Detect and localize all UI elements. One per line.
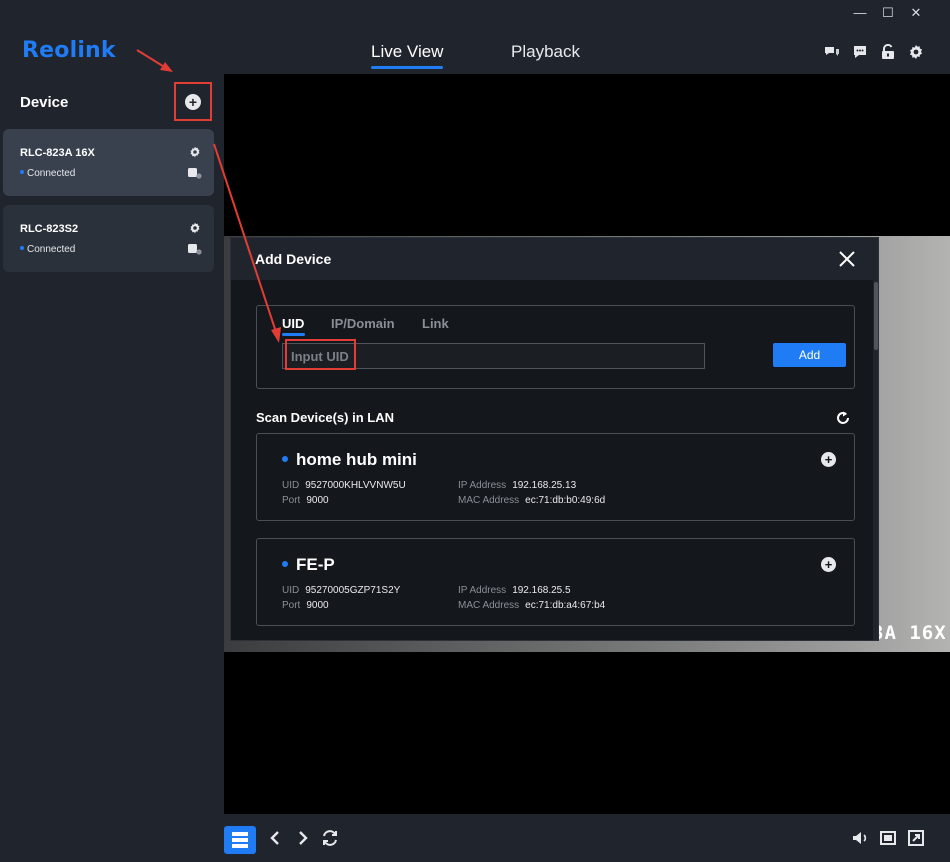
sidebar-title: Device xyxy=(20,94,69,111)
minimize-button[interactable]: — xyxy=(847,4,873,22)
reolink-logo: Reolink xyxy=(22,38,116,63)
active-tab-indicator xyxy=(371,66,443,69)
tab-live-view[interactable]: Live View xyxy=(371,42,443,62)
port-row: Port 9000 xyxy=(282,600,329,611)
mac-row: MAC Address ec:71:db:b0:49:6d xyxy=(458,495,605,506)
title-bar: — ☐ ✕ Reolink Live View Playback xyxy=(0,0,950,74)
device-status-text: Connected xyxy=(27,244,76,255)
found-device-name-text: home hub mini xyxy=(296,450,417,469)
device-name: RLC-823A 16X xyxy=(20,147,95,159)
close-icon[interactable] xyxy=(837,249,857,269)
device-card-rlc-823a-16x[interactable]: RLC-823A 16X Connected xyxy=(3,129,214,196)
close-window-button[interactable]: ✕ xyxy=(903,4,929,22)
found-device-card: home hub mini + UID 9527000KHLVVNW5U Port… xyxy=(256,433,855,521)
port-value: 9000 xyxy=(306,600,329,611)
volume-icon[interactable] xyxy=(850,828,870,848)
tab-ip-domain[interactable]: IP/Domain xyxy=(331,316,395,331)
mac-label: MAC Address xyxy=(458,495,520,506)
add-found-device-button[interactable]: + xyxy=(821,557,836,572)
uid-row: UID 9527000KHLVVNW5U xyxy=(282,480,406,491)
uid-value: 95270005GZP71S2Y xyxy=(305,585,401,596)
tab-link[interactable]: Link xyxy=(422,316,449,331)
annotation-box-uid-input xyxy=(285,339,356,370)
screen-icon[interactable] xyxy=(878,828,898,848)
video-overlay-text: 3A 16X xyxy=(872,622,947,644)
refresh-icon[interactable] xyxy=(835,410,851,426)
layout-toggle-button[interactable] xyxy=(224,826,256,854)
port-label: Port xyxy=(282,495,301,506)
add-device-dialog: Add Device UID IP/Domain Link Add Scan D… xyxy=(230,237,879,641)
device-status: Connected xyxy=(20,244,75,255)
previous-icon[interactable] xyxy=(266,828,286,848)
ip-row: IP Address 192.168.25.13 xyxy=(458,480,576,491)
found-device-card: FE-P + UID 95270005GZP71S2Y Port 9000 IP A… xyxy=(256,538,855,626)
found-device-name: home hub mini xyxy=(282,450,417,470)
device-sidebar: Device + RLC-823A 16X Connected RLC-823S… xyxy=(0,74,224,862)
ip-label: IP Address xyxy=(458,480,507,491)
status-dot xyxy=(282,560,288,567)
tab-uid[interactable]: UID xyxy=(282,316,304,331)
device-status-text: Connected xyxy=(27,168,76,179)
uid-value: 9527000KHLVVNW5U xyxy=(305,480,406,491)
ip-value: 192.168.25.5 xyxy=(512,585,571,596)
chat-icon[interactable] xyxy=(824,44,840,60)
uid-label: UID xyxy=(282,585,300,596)
device-card-rlc-823s2[interactable]: RLC-823S2 Connected xyxy=(3,205,214,272)
add-button[interactable]: Add xyxy=(773,343,846,367)
next-icon[interactable] xyxy=(292,828,312,848)
add-found-device-button[interactable]: + xyxy=(821,452,836,467)
uid-row: UID 95270005GZP71S2Y xyxy=(282,585,400,596)
ip-label: IP Address xyxy=(458,585,507,596)
status-dot xyxy=(20,246,24,251)
mac-value: ec:71:db:b0:49:6d xyxy=(525,495,606,506)
status-dot xyxy=(20,170,24,175)
message-icon[interactable] xyxy=(852,44,868,60)
maximize-button[interactable]: ☐ xyxy=(875,4,901,22)
mac-label: MAC Address xyxy=(458,600,520,611)
port-value: 9000 xyxy=(306,495,329,506)
ip-row: IP Address 192.168.25.5 xyxy=(458,585,571,596)
annotation-box-add-button xyxy=(174,82,212,121)
found-device-name-text: FE-P xyxy=(296,555,335,574)
device-settings-icon[interactable] xyxy=(189,222,201,234)
recording-icon xyxy=(188,167,202,179)
gear-icon[interactable] xyxy=(908,44,924,60)
recording-icon xyxy=(188,243,202,255)
status-dot xyxy=(282,455,288,462)
device-name: RLC-823S2 xyxy=(20,223,79,235)
found-device-name: FE-P xyxy=(282,555,335,575)
port-row: Port 9000 xyxy=(282,495,329,506)
tab-playback[interactable]: Playback xyxy=(511,42,580,62)
mac-value: ec:71:db:a4:67:b4 xyxy=(525,600,606,611)
dialog-title: Add Device xyxy=(255,251,332,267)
unlock-icon[interactable] xyxy=(880,44,896,60)
fullscreen-icon[interactable] xyxy=(906,828,926,848)
mac-row: MAC Address ec:71:db:a4:67:b4 xyxy=(458,600,605,611)
dialog-header: Add Device xyxy=(231,238,878,280)
ip-value: 192.168.25.13 xyxy=(512,480,577,491)
scrollbar-thumb[interactable] xyxy=(874,282,878,350)
active-tab-indicator xyxy=(282,333,305,336)
port-label: Port xyxy=(282,600,301,611)
scan-lan-title: Scan Device(s) in LAN xyxy=(256,410,394,425)
device-status: Connected xyxy=(20,168,75,179)
sync-icon[interactable] xyxy=(320,828,340,848)
bottom-toolbar xyxy=(224,814,950,862)
device-settings-icon[interactable] xyxy=(189,146,201,158)
uid-label: UID xyxy=(282,480,300,491)
